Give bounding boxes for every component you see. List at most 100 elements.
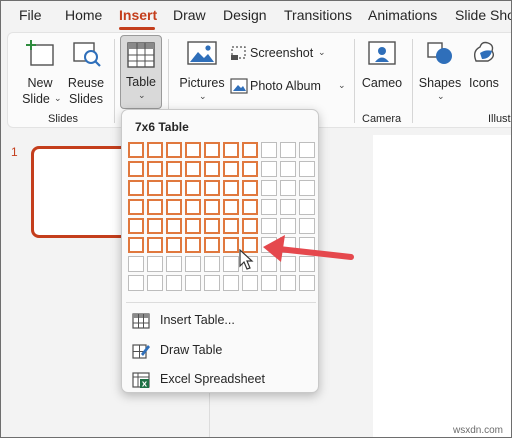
grid-cell[interactable] — [147, 275, 163, 291]
tab-home[interactable]: Home — [65, 7, 102, 23]
grid-cell[interactable] — [166, 275, 182, 291]
grid-cell-selected[interactable] — [223, 218, 239, 234]
tab-animations[interactable]: Animations — [368, 7, 437, 23]
icons-button[interactable]: Icons — [464, 37, 504, 107]
photo-album-label: Photo Album — [250, 79, 321, 93]
grid-cell[interactable] — [299, 142, 315, 158]
grid-cell[interactable] — [185, 275, 201, 291]
grid-cell-selected[interactable] — [185, 237, 201, 253]
slide-thumbnail[interactable] — [31, 146, 129, 238]
grid-cell-selected[interactable] — [242, 142, 258, 158]
grid-cell[interactable] — [280, 199, 296, 215]
grid-cell[interactable] — [128, 275, 144, 291]
grid-cell-selected[interactable] — [185, 199, 201, 215]
grid-cell-selected[interactable] — [223, 161, 239, 177]
grid-cell[interactable] — [299, 275, 315, 291]
grid-cell-selected[interactable] — [166, 142, 182, 158]
grid-cell-selected[interactable] — [128, 237, 144, 253]
excel-spreadsheet-label: Excel Spreadsheet — [160, 372, 265, 386]
grid-cell-selected[interactable] — [128, 180, 144, 196]
grid-cell-selected[interactable] — [204, 237, 220, 253]
shapes-label: Shapes — [418, 76, 462, 90]
grid-cell-selected[interactable] — [185, 161, 201, 177]
grid-cell[interactable] — [166, 256, 182, 272]
chevron-down-icon: ⌄ — [54, 93, 62, 103]
slide-canvas[interactable] — [373, 135, 511, 437]
ribbon-tabs: File Home Insert Draw Design Transitions… — [1, 1, 511, 31]
grid-cell[interactable] — [280, 180, 296, 196]
grid-cell-selected[interactable] — [204, 161, 220, 177]
grid-cell[interactable] — [204, 256, 220, 272]
grid-cell[interactable] — [261, 180, 277, 196]
grid-cell-selected[interactable] — [147, 142, 163, 158]
grid-cell-selected[interactable] — [223, 180, 239, 196]
grid-cell-selected[interactable] — [223, 142, 239, 158]
grid-cell-selected[interactable] — [147, 161, 163, 177]
shapes-button[interactable]: Shapes ⌄ — [418, 37, 462, 107]
tab-design[interactable]: Design — [223, 7, 267, 23]
grid-cell[interactable] — [128, 256, 144, 272]
grid-cell-selected[interactable] — [128, 161, 144, 177]
grid-cell[interactable] — [223, 275, 239, 291]
grid-cell[interactable] — [261, 142, 277, 158]
svg-text:X: X — [142, 380, 148, 388]
grid-cell[interactable] — [242, 275, 258, 291]
grid-cell-selected[interactable] — [166, 218, 182, 234]
grid-cell-selected[interactable] — [204, 142, 220, 158]
grid-cell-selected[interactable] — [204, 218, 220, 234]
grid-cell-selected[interactable] — [185, 218, 201, 234]
draw-table-label: Draw Table — [160, 343, 223, 357]
table-button[interactable]: Table ⌄ — [120, 35, 162, 109]
photo-album-button[interactable]: Photo Album ⌄ — [230, 75, 350, 97]
grid-cell[interactable] — [280, 275, 296, 291]
grid-cell-selected[interactable] — [128, 218, 144, 234]
tab-file[interactable]: File — [19, 7, 42, 23]
grid-cell-selected[interactable] — [204, 180, 220, 196]
grid-cell-selected[interactable] — [242, 199, 258, 215]
grid-cell[interactable] — [299, 199, 315, 215]
grid-cell[interactable] — [261, 275, 277, 291]
grid-cell[interactable] — [261, 161, 277, 177]
grid-cell-selected[interactable] — [147, 218, 163, 234]
grid-cell-selected[interactable] — [166, 199, 182, 215]
grid-cell-selected[interactable] — [166, 237, 182, 253]
grid-cell[interactable] — [299, 180, 315, 196]
grid-cell-selected[interactable] — [147, 199, 163, 215]
grid-cell[interactable] — [299, 161, 315, 177]
new-slide-button[interactable]: New Slide ⌄ — [18, 37, 62, 107]
grid-cell-selected[interactable] — [185, 142, 201, 158]
screenshot-button[interactable]: Screenshot ⌄ — [230, 43, 330, 63]
table-size-grid[interactable] — [126, 142, 316, 294]
pictures-button[interactable]: Pictures ⌄ — [178, 37, 226, 107]
grid-cell-selected[interactable] — [166, 180, 182, 196]
grid-cell-selected[interactable] — [185, 180, 201, 196]
grid-cell[interactable] — [261, 199, 277, 215]
draw-table-menu-item[interactable]: Draw Table — [126, 338, 316, 364]
excel-spreadsheet-menu-item[interactable]: X Excel Spreadsheet — [126, 367, 316, 393]
tab-draw[interactable]: Draw — [173, 7, 206, 23]
grid-cell[interactable] — [147, 256, 163, 272]
grid-cell[interactable] — [204, 275, 220, 291]
grid-cell-selected[interactable] — [128, 199, 144, 215]
tab-slide-show[interactable]: Slide Show — [455, 7, 511, 23]
reuse-slides-icon — [73, 42, 101, 67]
grid-cell-selected[interactable] — [166, 161, 182, 177]
reuse-slides-button[interactable]: Reuse Slides — [64, 37, 108, 107]
grid-cell-selected[interactable] — [204, 199, 220, 215]
cameo-icon — [368, 41, 396, 65]
tab-transitions[interactable]: Transitions — [284, 7, 352, 23]
cameo-button[interactable]: Cameo — [360, 37, 404, 107]
grid-cell[interactable] — [280, 142, 296, 158]
grid-cell-selected[interactable] — [242, 161, 258, 177]
grid-cell-selected[interactable] — [128, 142, 144, 158]
grid-cell[interactable] — [280, 161, 296, 177]
grid-cell-selected[interactable] — [242, 180, 258, 196]
grid-cell-selected[interactable] — [223, 237, 239, 253]
grid-cell-selected[interactable] — [147, 237, 163, 253]
grid-cell[interactable] — [185, 256, 201, 272]
grid-cell[interactable] — [223, 256, 239, 272]
grid-cell-selected[interactable] — [223, 199, 239, 215]
tab-insert[interactable]: Insert — [119, 7, 157, 23]
grid-cell-selected[interactable] — [147, 180, 163, 196]
insert-table-menu-item[interactable]: Insert Table... — [126, 308, 316, 334]
